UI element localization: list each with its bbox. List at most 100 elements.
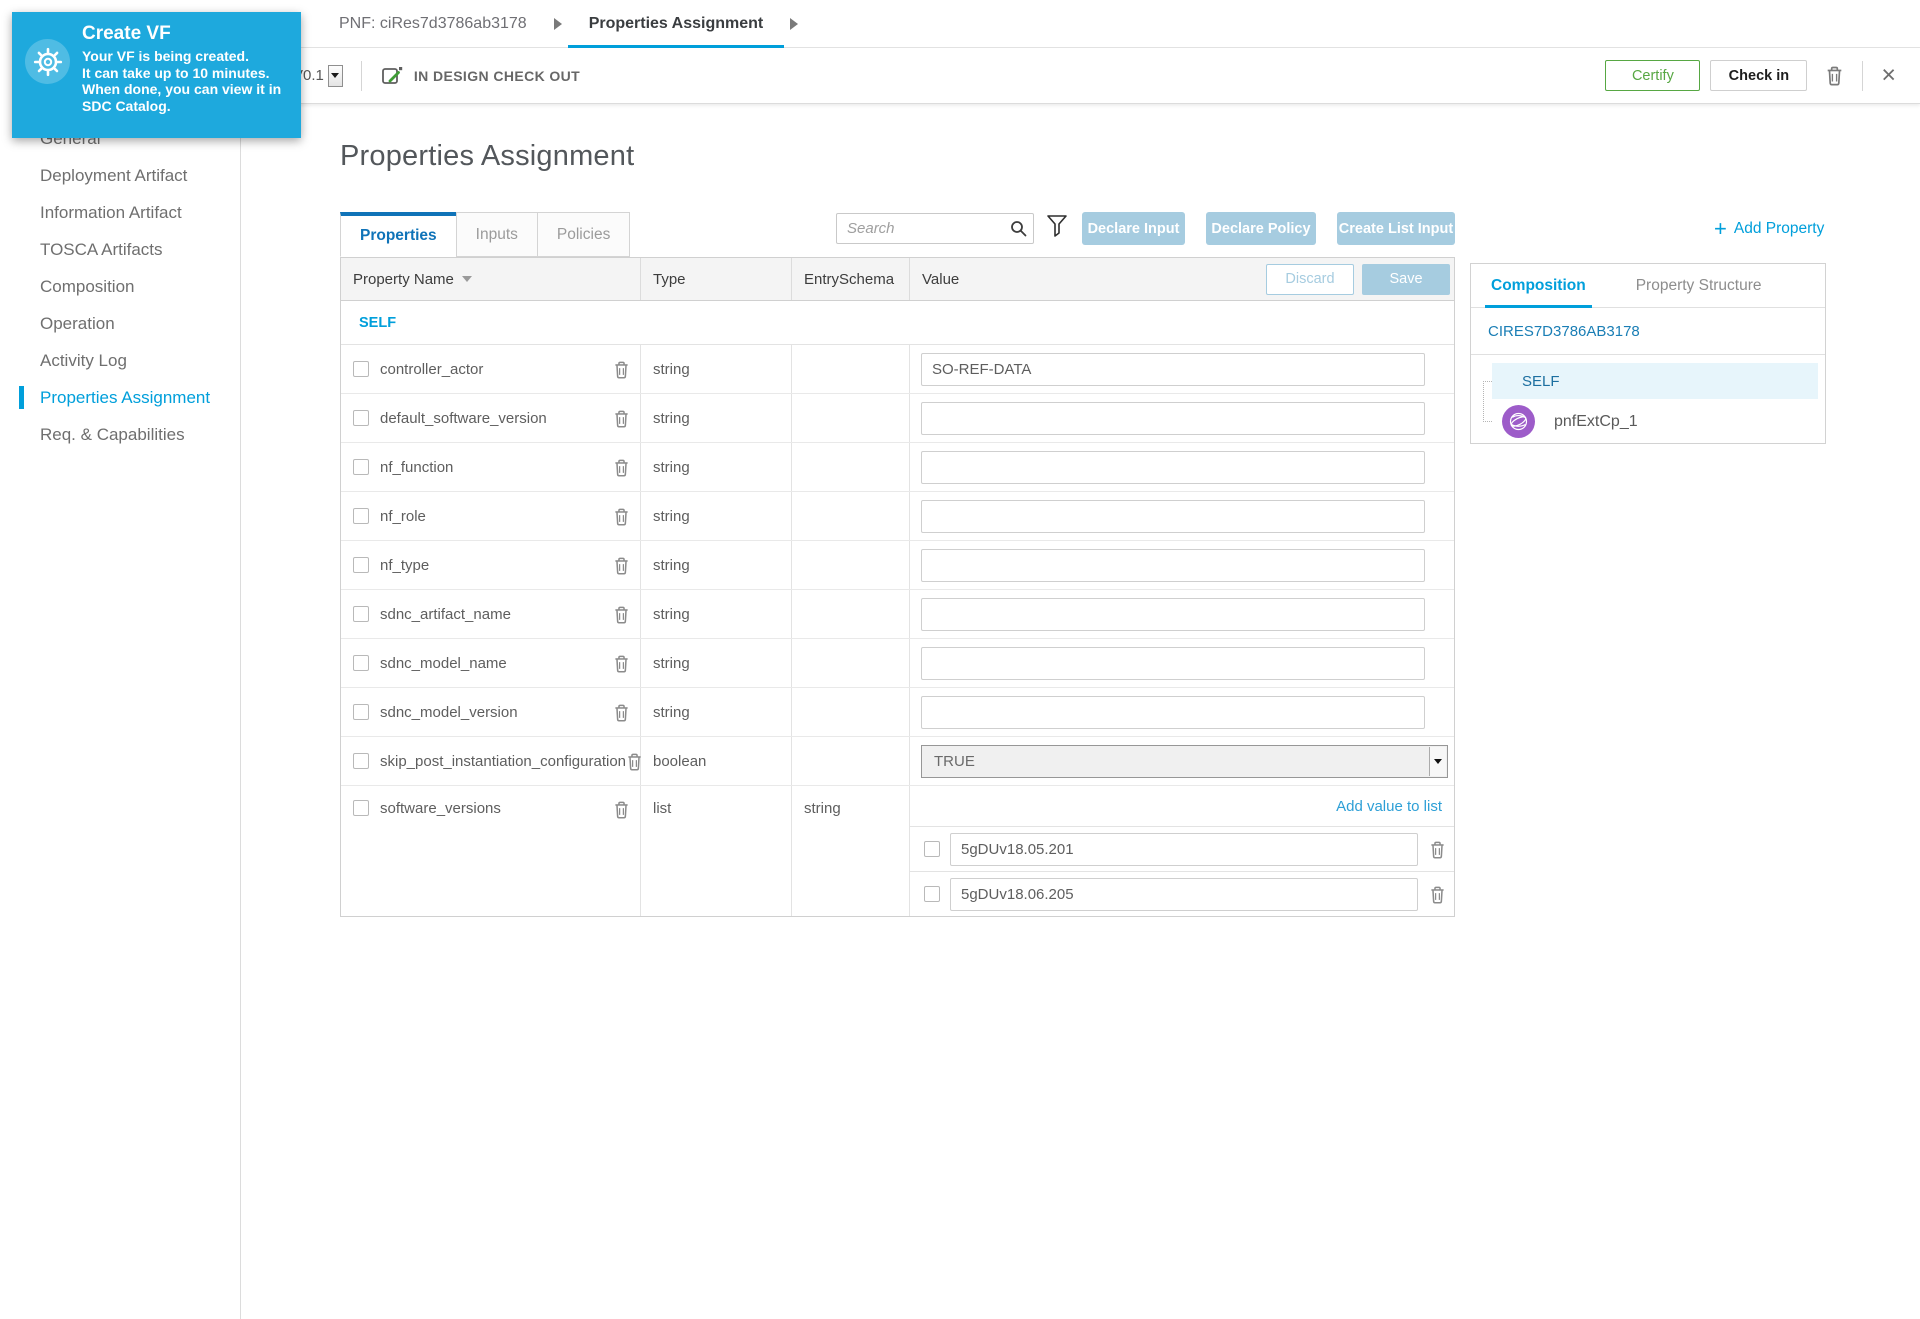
component-name-link[interactable]: CIRES7D3786AB3178 xyxy=(1471,308,1825,355)
trash-icon xyxy=(1825,65,1844,86)
column-header-entry-schema[interactable]: EntrySchema xyxy=(792,258,910,300)
sidebar-item-information-artifact[interactable]: Information Artifact xyxy=(0,194,240,231)
select-dropdown-icon[interactable] xyxy=(1429,746,1446,776)
delete-resource-button[interactable] xyxy=(1825,65,1844,86)
boolean-selected-value: TRUE xyxy=(934,752,975,770)
certify-button[interactable]: Certify xyxy=(1605,60,1701,91)
property-value-input[interactable] xyxy=(921,499,1425,533)
row-checkbox[interactable] xyxy=(353,459,369,475)
row-checkbox[interactable] xyxy=(353,800,369,816)
breadcrumb-properties-assignment[interactable]: Properties Assignment xyxy=(567,0,785,49)
row-checkbox[interactable] xyxy=(353,557,369,573)
delete-property-button[interactable] xyxy=(613,409,630,428)
property-value-input[interactable] xyxy=(921,401,1425,435)
row-checkbox[interactable] xyxy=(353,508,369,524)
table-row: nf_type string xyxy=(341,541,1454,590)
toast-title: Create VF xyxy=(82,23,171,44)
property-entry-schema xyxy=(792,492,910,540)
list-value-input[interactable] xyxy=(950,877,1418,911)
trash-icon xyxy=(613,556,630,575)
property-value-input[interactable] xyxy=(921,352,1425,386)
property-name: nf_function xyxy=(380,458,454,476)
sidebar-item-properties-assignment[interactable]: Properties Assignment xyxy=(0,379,240,416)
row-checkbox[interactable] xyxy=(353,704,369,720)
filter-button[interactable] xyxy=(1046,214,1068,243)
add-value-to-list-link[interactable]: Add value to list xyxy=(1336,798,1442,815)
delete-property-button[interactable] xyxy=(613,556,630,575)
discard-button[interactable]: Discard xyxy=(1266,263,1354,295)
column-header-type[interactable]: Type xyxy=(641,258,792,300)
property-name: default_software_version xyxy=(380,409,547,427)
delete-property-button[interactable] xyxy=(613,458,630,477)
delete-list-value-button[interactable] xyxy=(1429,885,1446,904)
property-entry-schema xyxy=(792,737,910,785)
property-value-input[interactable] xyxy=(921,548,1425,582)
sidebar-item-operation[interactable]: Operation xyxy=(0,305,240,342)
sidebar-item-composition[interactable]: Composition xyxy=(0,268,240,305)
create-list-input-button[interactable]: Create List Input xyxy=(1337,212,1455,245)
close-button[interactable]: × xyxy=(1881,63,1896,88)
trash-icon xyxy=(613,800,630,819)
value-header-label: Value xyxy=(922,270,960,288)
trash-icon xyxy=(613,507,630,526)
tab-policies[interactable]: Policies xyxy=(536,212,631,257)
property-name-header-label: Property Name xyxy=(353,270,454,288)
tab-composition[interactable]: Composition xyxy=(1485,264,1592,308)
toolbar-divider xyxy=(360,60,362,91)
search-input[interactable] xyxy=(836,213,1034,244)
list-value-input[interactable] xyxy=(950,832,1418,866)
property-value-input[interactable] xyxy=(921,450,1425,484)
property-entry-schema xyxy=(792,688,910,736)
breadcrumb-pnf[interactable]: PNF: ciRes7d3786ab3178 xyxy=(318,0,548,48)
tree-item-pnfextcp[interactable]: pnfExtCp_1 xyxy=(1502,405,1638,438)
sidebar-item-deployment-artifact[interactable]: Deployment Artifact xyxy=(0,157,240,194)
tab-properties[interactable]: Properties xyxy=(340,212,457,257)
sdc-properties-assignment-page: PNF: ciRes7d3786ab3178 Properties Assign… xyxy=(0,0,1920,1319)
search-icon xyxy=(1010,220,1027,242)
delete-property-button[interactable] xyxy=(613,654,630,673)
property-name: skip_post_instantiation_configuration xyxy=(380,752,626,770)
row-checkbox[interactable] xyxy=(353,655,369,671)
delete-property-button[interactable] xyxy=(613,360,630,379)
version-dropdown-icon[interactable] xyxy=(327,64,343,87)
delete-property-button[interactable] xyxy=(613,507,630,526)
tree-connector xyxy=(1483,381,1492,422)
tab-inputs[interactable]: Inputs xyxy=(455,212,538,257)
boolean-value-select[interactable]: TRUE xyxy=(921,744,1448,778)
property-value-input[interactable] xyxy=(921,646,1425,680)
row-checkbox[interactable] xyxy=(353,410,369,426)
property-value-input[interactable] xyxy=(921,597,1425,631)
delete-property-button[interactable] xyxy=(613,605,630,624)
create-vf-toast[interactable]: Create VF Your VF is being created. It c… xyxy=(12,12,301,138)
property-type: string xyxy=(641,492,792,540)
delete-list-value-button[interactable] xyxy=(1429,840,1446,859)
declare-input-button[interactable]: Declare Input xyxy=(1082,212,1185,245)
property-type: list xyxy=(641,786,792,916)
instance-label: pnfExtCp_1 xyxy=(1554,412,1638,430)
property-value-input[interactable] xyxy=(921,695,1425,729)
trash-icon xyxy=(613,703,630,722)
delete-property-button[interactable] xyxy=(613,800,630,819)
add-property-button[interactable]: + Add Property xyxy=(1714,218,1824,240)
list-item-checkbox[interactable] xyxy=(924,841,940,857)
toolbar: V0.1 IN DESIGN CHECK OUT Certify Check i… xyxy=(241,48,1920,104)
sidebar-item-req-capabilities[interactable]: Req. & Capabilities xyxy=(0,416,240,453)
property-tabs: Properties Inputs Policies xyxy=(340,212,631,257)
property-type: string xyxy=(641,394,792,442)
row-checkbox[interactable] xyxy=(353,753,369,769)
tree-item-self[interactable]: SELF xyxy=(1492,363,1818,399)
declare-policy-button[interactable]: Declare Policy xyxy=(1206,212,1316,245)
column-header-property-name[interactable]: Property Name xyxy=(341,258,641,300)
sidebar-item-tosca-artifacts[interactable]: TOSCA Artifacts xyxy=(0,231,240,268)
row-checkbox[interactable] xyxy=(353,361,369,377)
save-button[interactable]: Save xyxy=(1362,263,1450,295)
delete-property-button[interactable] xyxy=(613,703,630,722)
port-instance-icon xyxy=(1502,405,1535,438)
table-row: controller_actor string xyxy=(341,345,1454,394)
row-checkbox[interactable] xyxy=(353,606,369,622)
checkin-button[interactable]: Check in xyxy=(1710,60,1808,91)
scope-self-row[interactable]: SELF xyxy=(341,301,1454,345)
sidebar-item-activity-log[interactable]: Activity Log xyxy=(0,342,240,379)
list-item-checkbox[interactable] xyxy=(924,886,940,902)
tab-property-structure[interactable]: Property Structure xyxy=(1630,264,1768,307)
